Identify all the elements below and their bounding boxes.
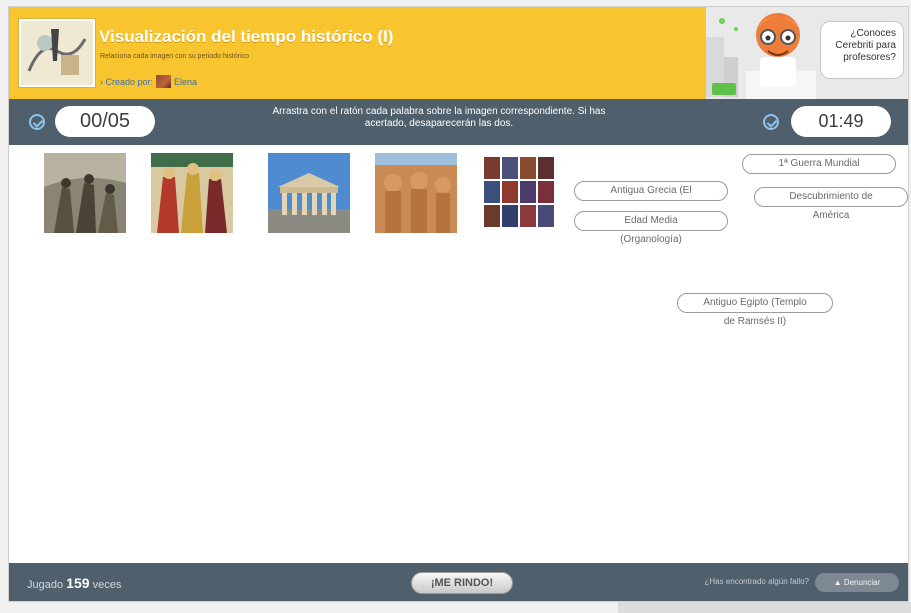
- word-rest-edad-media[interactable]: (Organología): [574, 231, 728, 249]
- image-target-soldiers[interactable]: [44, 153, 126, 233]
- game-footer: Jugado 159 veces ¡ME RINDO! ¿Has encontr…: [9, 563, 908, 601]
- word-chip-antiguo-egipto[interactable]: Antiguo Egipto (Templo: [677, 293, 833, 313]
- teachers-promo-banner[interactable]: ¿Conoces Cerebriti para profesores?: [706, 7, 908, 99]
- ramses-temple-photo-image: [375, 153, 457, 233]
- creator-row: › Creado por: Elena: [100, 75, 197, 88]
- promo-bubble[interactable]: ¿Conoces Cerebriti para profesores?: [820, 21, 904, 79]
- medieval-illustration-image: [151, 153, 233, 233]
- game-thumbnail-illustration: [21, 21, 93, 85]
- word-chip-edad-media[interactable]: Edad Media: [574, 211, 728, 231]
- instruction-line-2: acertado, desaparecerán las dos.: [364, 118, 514, 129]
- game-title: Visualización del tiempo histórico (I): [99, 27, 394, 46]
- game-thumbnail: [19, 19, 95, 87]
- word-chip-descubrimiento[interactable]: Descubrimiento de: [754, 187, 908, 207]
- score-counter: 00/05: [55, 106, 155, 137]
- game-toolbar: 00/05 Arrastra con el ratón cada palabra…: [9, 99, 908, 145]
- natives-collage-image: [482, 153, 564, 233]
- mascot-illustration: [706, 13, 816, 99]
- page-scroll-strip: [618, 602, 911, 613]
- image-target-collage[interactable]: [482, 153, 564, 233]
- game-header: Visualización del tiempo histórico (I) R…: [9, 7, 706, 100]
- promo-line-3: profesores?: [843, 52, 896, 63]
- creator-name-link[interactable]: Elena: [174, 77, 197, 87]
- timer-check-icon: [763, 114, 779, 130]
- played-suffix: veces: [92, 579, 122, 591]
- image-target-medieval[interactable]: [151, 153, 233, 233]
- played-count-text: Jugado 159 veces: [27, 575, 121, 591]
- promo-line-2: Cerebriti para: [835, 40, 896, 51]
- word-rest-descubrimiento[interactable]: América: [754, 207, 908, 225]
- give-up-button[interactable]: ¡ME RINDO!: [411, 572, 513, 594]
- word-descubrimiento-america[interactable]: Descubrimiento de América: [754, 187, 908, 225]
- game-subtitle: Relaciona cada imagen con su periodo his…: [100, 53, 250, 60]
- report-button[interactable]: ▲ Denunciar: [815, 573, 899, 592]
- soldiers-painting-image: [44, 153, 126, 233]
- parthenon-photo-image: [268, 153, 350, 233]
- word-antigua-grecia[interactable]: Antigua Grecia (El: [574, 181, 728, 201]
- word-chip-antigua-grecia[interactable]: Antigua Grecia (El: [574, 181, 728, 201]
- word-edad-media[interactable]: Edad Media (Organología): [574, 211, 728, 249]
- word-antiguo-egipto[interactable]: Antiguo Egipto (Templo de Ramsés II): [677, 293, 833, 331]
- image-target-ramses[interactable]: [375, 153, 457, 233]
- played-count: 159: [66, 575, 90, 591]
- promo-line-1: ¿Conoces: [850, 28, 896, 39]
- creator-avatar[interactable]: [156, 75, 172, 88]
- score-check-icon: [29, 114, 45, 130]
- word-guerra-mundial[interactable]: 1ª Guerra Mundial: [742, 154, 896, 174]
- image-target-parthenon[interactable]: [268, 153, 350, 233]
- played-prefix: Jugado: [27, 579, 64, 591]
- word-rest-antiguo-egipto[interactable]: de Ramsés II): [677, 313, 833, 331]
- instruction-line-1: Arrastra con el ratón cada palabra sobre…: [272, 106, 606, 117]
- timer: 01:49: [791, 106, 891, 137]
- game-window: Visualización del tiempo histórico (I) R…: [8, 6, 909, 602]
- word-chip-guerra-mundial[interactable]: 1ª Guerra Mundial: [742, 154, 896, 174]
- report-question: ¿Has encontrado algún fallo?: [704, 577, 809, 586]
- instructions: Arrastra con el ratón cada palabra sobre…: [209, 106, 669, 130]
- creator-prefix: › Creado por:: [100, 76, 154, 87]
